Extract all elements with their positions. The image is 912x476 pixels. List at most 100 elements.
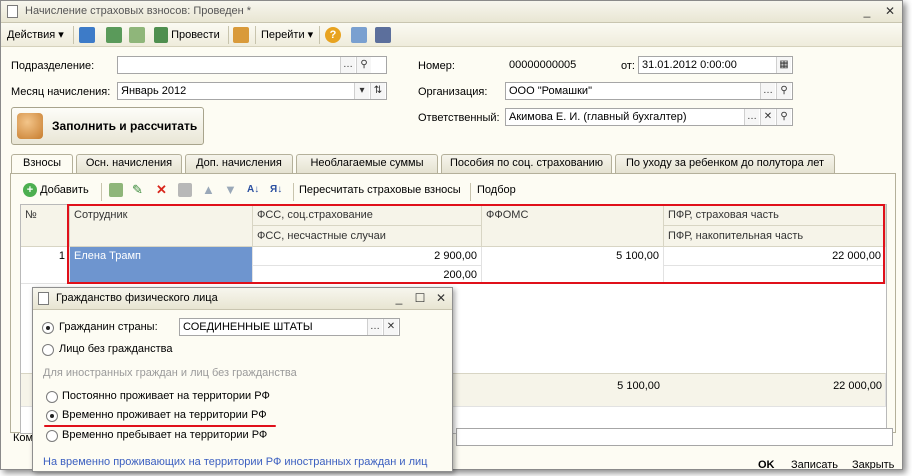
clear-icon[interactable]: ✕ [760, 109, 775, 125]
refresh-button[interactable] [106, 27, 122, 44]
delete-icon[interactable]: ✕ [156, 182, 167, 198]
comment-label: Ком [13, 432, 34, 444]
citizen-country-field[interactable]: СОЕДИНЕННЫЕ ШТАТЫ … ✕ [179, 318, 400, 336]
search-icon[interactable]: ⚲ [776, 109, 791, 125]
post-button[interactable]: Провести [154, 27, 220, 44]
total-pfr-insurance: 22 000,00 [833, 380, 882, 392]
close-button[interactable]: Закрыть [852, 459, 894, 469]
save-close-button[interactable] [79, 27, 95, 44]
main-toolbar: Действия ▾ Провести Перейти ▾ ? [1, 23, 902, 47]
goto-menu[interactable]: Перейти ▾ [261, 27, 313, 43]
select-button[interactable]: … [367, 319, 382, 335]
toolbar-divider [101, 183, 102, 201]
movements-button[interactable] [351, 27, 367, 44]
document-icon [7, 5, 18, 18]
stepper-icon[interactable]: ⇅ [370, 83, 385, 99]
dropdown-arrow-icon[interactable]: ▾ [354, 83, 369, 99]
foreign-group-header: Для иностранных граждан и лиц без гражда… [43, 367, 297, 379]
selection-button[interactable]: Подбор [477, 182, 516, 198]
responsible-field[interactable]: Акимова Е. И. (главный бухгалтер) … ✕ ⚲ [505, 108, 793, 126]
refresh-icon [106, 27, 122, 44]
unpost-icon [233, 27, 249, 44]
info-hint: На временно проживающих на территории РФ… [43, 456, 428, 468]
month-value: Январь 2012 [121, 85, 187, 97]
copy-row-icon [109, 183, 123, 198]
add-row-button[interactable]: + Добавить [23, 182, 89, 198]
month-field[interactable]: Январь 2012 ▾ ⇅ [117, 82, 387, 100]
toolbar-divider [73, 26, 74, 44]
select-button[interactable]: … [340, 57, 355, 73]
citizen-radio[interactable] [42, 322, 54, 334]
temporary-resident-label: Временно проживает на территории РФ [62, 409, 267, 421]
tab-nontaxable[interactable]: Необлагаемые суммы [296, 154, 438, 173]
unpost-button[interactable] [233, 27, 249, 44]
number-value: 00000000005 [509, 59, 577, 71]
date-value: 31.01.2012 0:00:00 [642, 59, 737, 71]
organization-label: Организация: [418, 86, 488, 98]
minimize-icon[interactable]: _ [860, 4, 874, 18]
clear-icon[interactable]: ✕ [383, 319, 398, 335]
stateless-radio[interactable] [42, 344, 54, 356]
search-icon[interactable]: ⚲ [356, 57, 371, 73]
citizenship-dialog: Гражданство физического лица _ ☐ ✕ Гражд… [32, 287, 453, 472]
fill-calculate-icon [17, 113, 43, 139]
sort-asc-icon[interactable]: A↓ [247, 182, 259, 198]
date-field[interactable]: 31.01.2012 0:00:00 ▦ [638, 56, 793, 74]
total-ffoms: 5 100,00 [617, 380, 660, 392]
move-down-icon[interactable]: ▼ [224, 182, 237, 198]
edit-icon[interactable]: ✎ [132, 182, 143, 198]
toolbar-divider [319, 26, 320, 44]
temporary-stay-radio[interactable] [46, 430, 58, 442]
close-icon[interactable]: ✕ [883, 4, 897, 18]
sort-desc-icon[interactable]: Я↓ [270, 182, 282, 198]
dropdown-arrow-icon: ▾ [58, 29, 64, 41]
save-close-icon [79, 27, 95, 44]
organization-field[interactable]: ООО "Ромашки" … ⚲ [505, 82, 793, 100]
structure-button[interactable] [375, 27, 391, 44]
stateless-label: Лицо без гражданства [59, 343, 173, 355]
number-field[interactable]: 00000000005 [505, 56, 617, 74]
column-header-number[interactable]: № [21, 205, 70, 247]
copy-button[interactable] [129, 27, 145, 44]
recalculate-button[interactable]: Пересчитать страховые взносы [299, 182, 461, 198]
department-field[interactable]: … ⚲ [117, 56, 387, 74]
maximize-icon[interactable]: ☐ [413, 291, 427, 305]
document-icon [38, 292, 49, 305]
dialog-title: Гражданство физического лица [56, 292, 218, 304]
dropdown-arrow-icon: ▾ [307, 29, 314, 41]
permanent-resident-label: Постоянно проживает на территории РФ [62, 390, 270, 402]
select-button[interactable]: … [744, 109, 759, 125]
table-cell-number[interactable]: 1 [21, 247, 70, 284]
fill-calculate-button[interactable]: Заполнить и рассчитать [11, 107, 204, 145]
tab-contributions[interactable]: Взносы [11, 154, 73, 174]
add-label: Добавить [40, 184, 89, 196]
toolbar-divider [255, 26, 256, 44]
month-label: Месяц начисления: [11, 86, 111, 98]
highlight-underline [44, 425, 276, 427]
ok-button[interactable]: OK [758, 459, 775, 469]
actions-menu[interactable]: Действия ▾ [7, 27, 64, 43]
end-edit-button[interactable] [178, 182, 192, 198]
post-label: Провести [171, 29, 220, 41]
organization-value: ООО "Ромашки" [509, 85, 592, 97]
move-up-icon[interactable]: ▲ [202, 182, 215, 198]
minimize-icon[interactable]: _ [392, 291, 406, 305]
comment-field[interactable] [456, 428, 893, 446]
tab-main-accruals[interactable]: Осн. начисления [76, 154, 182, 173]
number-label: Номер: [418, 60, 455, 72]
calendar-icon[interactable]: ▦ [776, 57, 791, 73]
permanent-resident-radio[interactable] [46, 391, 58, 403]
fill-calculate-label: Заполнить и рассчитать [52, 119, 198, 133]
temporary-resident-radio[interactable] [46, 410, 58, 422]
tab-childcare[interactable]: По уходу за ребенком до полутора лет [615, 154, 835, 173]
copy-row-button[interactable] [109, 182, 123, 198]
temporary-stay-label: Временно пребывает на территории РФ [62, 429, 268, 441]
tab-additional-accruals[interactable]: Доп. начисления [185, 154, 293, 173]
select-button[interactable]: … [760, 83, 775, 99]
search-icon[interactable]: ⚲ [776, 83, 791, 99]
tab-social-benefits[interactable]: Пособия по соц. страхованию [441, 154, 612, 173]
help-button[interactable]: ? [325, 27, 341, 44]
close-icon[interactable]: ✕ [434, 291, 448, 305]
goto-label: Перейти [261, 29, 305, 41]
write-button[interactable]: Записать [791, 459, 838, 469]
